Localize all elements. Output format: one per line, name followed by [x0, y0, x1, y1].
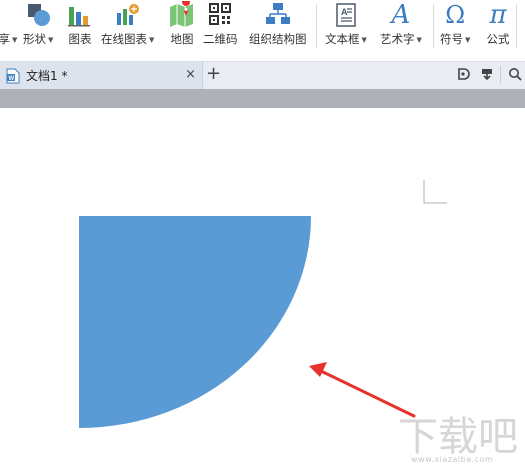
page-margin-corner-mark [423, 180, 447, 204]
watermark-text: 下载吧 [398, 414, 518, 460]
red-arrow-annotation [309, 362, 416, 418]
quarter-circle-shape[interactable] [79, 216, 311, 428]
wps-writer-window: 享 ▼ 形状 ▼ 图表 在线图表 ▼ 地图 二维码 组织结构图 A 文本框 ▼ … [0, 0, 525, 469]
canvas-overlay: 下载吧 [79, 180, 518, 460]
watermark-url: www.xiazaiba.com [411, 455, 494, 464]
watermark-logo: 下载吧 [398, 414, 518, 460]
